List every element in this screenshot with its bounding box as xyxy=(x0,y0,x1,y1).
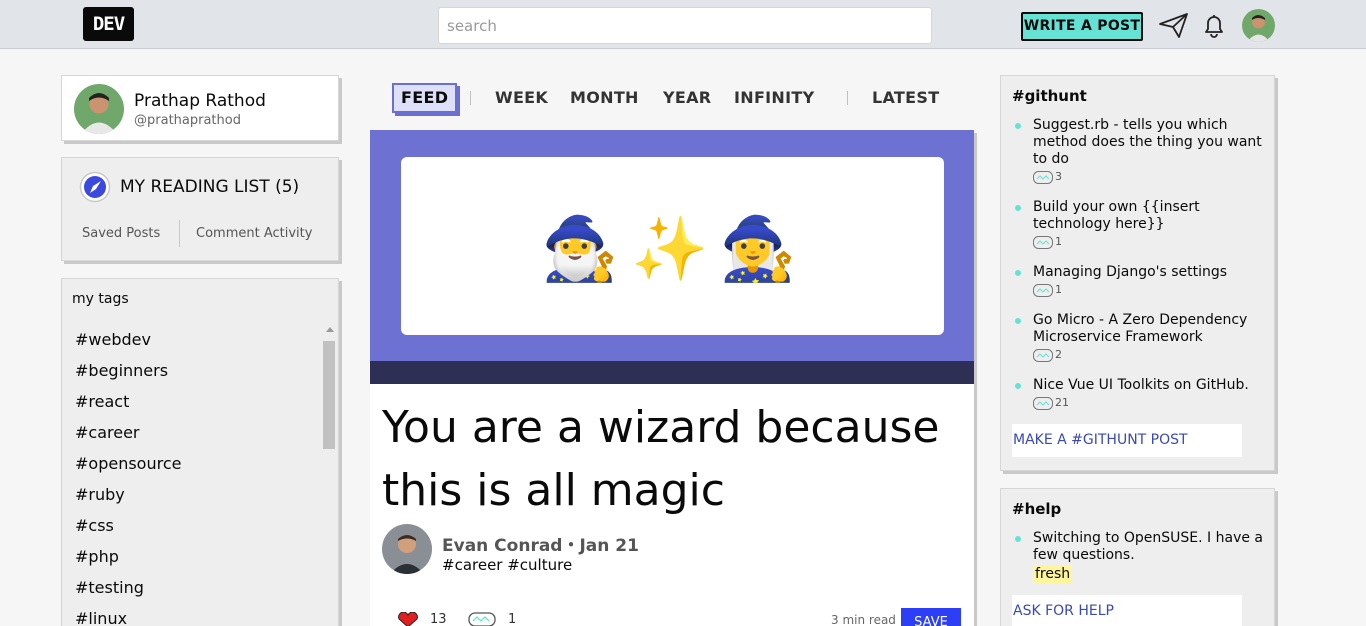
comment-count: 1 xyxy=(508,612,517,626)
bullet xyxy=(1015,123,1021,129)
tags-scrollbar[interactable] xyxy=(322,327,336,626)
dev-logo[interactable]: DEV xyxy=(83,7,134,41)
bullet xyxy=(1015,205,1021,211)
scroll-up-arrow-icon[interactable] xyxy=(326,327,334,332)
comment-icon xyxy=(1033,235,1053,249)
comment-icon[interactable] xyxy=(468,612,496,626)
author-and-date[interactable]: Evan Conrad・Jan 21 xyxy=(442,531,639,556)
avatar xyxy=(74,84,124,134)
tag-list: #webdev #beginners #react #career #opens… xyxy=(75,330,181,626)
githunt-widget: #githunt Suggest.rb - tells you which me… xyxy=(1000,75,1275,471)
reaction-count: 13 xyxy=(430,612,447,626)
help-widget: #help Switching to OpenSUSE. I have a fe… xyxy=(1000,488,1275,626)
cover-card: 🧙‍♂️ ✨ 🧙‍♀️ xyxy=(401,157,944,335)
saved-posts-link[interactable]: Saved Posts xyxy=(82,226,160,241)
read-time: 3 min read xyxy=(831,613,896,626)
tab-divider xyxy=(847,91,848,105)
post-title[interactable]: Switching to OpenSUSE. I have a few ques… xyxy=(1033,530,1263,563)
tab-month[interactable]: MONTH xyxy=(570,83,639,113)
post-title[interactable]: Nice Vue UI Toolkits on GitHub. xyxy=(1033,377,1249,393)
help-title[interactable]: #help xyxy=(1012,500,1061,518)
comment-count: 2 xyxy=(1033,347,1268,363)
bullet xyxy=(1015,536,1021,542)
help-list: Switching to OpenSUSE. I have a few ques… xyxy=(1015,530,1268,583)
tag-item[interactable]: #webdev xyxy=(75,330,181,361)
profile-card[interactable]: Prathap Rathod @prathaprathod xyxy=(61,75,339,141)
tags-title: my tags xyxy=(72,291,129,307)
tag-item[interactable]: #ruby xyxy=(75,485,181,516)
bullet xyxy=(1015,270,1021,276)
send-icon[interactable] xyxy=(1158,12,1190,39)
bell-icon[interactable] xyxy=(1200,12,1228,40)
tag-item[interactable]: #css xyxy=(75,516,181,547)
list-item[interactable]: Managing Django's settings 1 xyxy=(1015,264,1268,312)
user-avatar[interactable] xyxy=(1242,9,1275,42)
tab-infinity[interactable]: INFINITY xyxy=(734,83,814,113)
post-title[interactable]: Build your own {{insert technology here}… xyxy=(1033,199,1200,232)
tag-item[interactable]: #linux xyxy=(75,609,181,626)
list-item[interactable]: Switching to OpenSUSE. I have a few ques… xyxy=(1015,530,1268,583)
tab-year[interactable]: YEAR xyxy=(663,83,711,113)
write-post-button[interactable]: WRITE A POST xyxy=(1021,12,1143,41)
comment-count: 21 xyxy=(1033,395,1268,411)
bullet xyxy=(1015,318,1021,324)
tab-week[interactable]: WEEK xyxy=(495,83,548,113)
sparkles-emoji: ✨ xyxy=(631,212,709,285)
make-githunt-post-link[interactable]: MAKE A #GITHUNT POST xyxy=(1012,424,1242,457)
tag-item[interactable]: #testing xyxy=(75,578,181,609)
tag-item[interactable]: #beginners xyxy=(75,361,181,392)
profile-name: Prathap Rathod xyxy=(134,91,266,111)
reading-list-card: MY READING LIST (5) Saved Posts Comment … xyxy=(61,157,339,261)
comment-icon xyxy=(1033,283,1053,297)
author-avatar[interactable] xyxy=(382,524,432,574)
list-item[interactable]: Nice Vue UI Toolkits on GitHub. 21 xyxy=(1015,377,1268,425)
tag-item[interactable]: #react xyxy=(75,392,181,423)
comment-icon xyxy=(1033,396,1053,410)
bullet xyxy=(1015,383,1021,389)
tab-divider xyxy=(470,91,471,105)
githunt-title[interactable]: #githunt xyxy=(1012,87,1087,105)
post-title[interactable]: Suggest.rb - tells you which method does… xyxy=(1033,117,1262,167)
rocket-icon xyxy=(79,171,111,203)
list-item[interactable]: Go Micro - A Zero Dependency Microservic… xyxy=(1015,312,1268,377)
list-item[interactable]: Build your own {{insert technology here}… xyxy=(1015,199,1268,264)
post-title[interactable]: Go Micro - A Zero Dependency Microservic… xyxy=(1033,312,1247,345)
profile-handle: @prathaprathod xyxy=(134,113,241,128)
article-title[interactable]: You are a wizard because this is all mag… xyxy=(382,396,962,522)
cover-bottom-band xyxy=(370,361,974,384)
fresh-badge: fresh xyxy=(1033,566,1073,583)
reading-list-title[interactable]: MY READING LIST (5) xyxy=(120,177,299,197)
heart-icon[interactable] xyxy=(396,611,420,626)
tab-feed[interactable]: FEED xyxy=(392,83,458,113)
tag-item[interactable]: #php xyxy=(75,547,181,578)
tag-item[interactable]: #opensource xyxy=(75,454,181,485)
comment-icon xyxy=(1033,170,1053,184)
comment-count: 3 xyxy=(1033,169,1268,185)
comment-count: 1 xyxy=(1033,234,1268,250)
comment-icon xyxy=(1033,348,1053,362)
list-item[interactable]: Suggest.rb - tells you which method does… xyxy=(1015,117,1268,199)
man-mage-emoji: 🧙‍♂️ xyxy=(541,212,619,285)
cover-image[interactable]: 🧙‍♂️ ✨ 🧙‍♀️ xyxy=(370,130,974,384)
woman-mage-emoji: 🧙‍♀️ xyxy=(719,212,797,285)
top-navbar: DEV WRITE A POST xyxy=(0,0,1366,49)
divider xyxy=(179,220,180,247)
tab-latest[interactable]: LATEST xyxy=(872,83,939,113)
githunt-list: Suggest.rb - tells you which method does… xyxy=(1015,117,1268,425)
comment-count: 1 xyxy=(1033,282,1268,298)
article-tags[interactable]: #career #culture xyxy=(442,556,572,574)
save-button[interactable]: SAVE xyxy=(901,608,961,626)
ask-for-help-link[interactable]: ASK FOR HELP xyxy=(1012,595,1242,626)
my-tags-card: my tags #webdev #beginners #react #caree… xyxy=(61,278,339,626)
featured-article-card[interactable]: 🧙‍♂️ ✨ 🧙‍♀️ You are a wizard because thi… xyxy=(370,130,974,626)
post-title[interactable]: Managing Django's settings xyxy=(1033,264,1227,280)
tag-item[interactable]: #career xyxy=(75,423,181,454)
search-input[interactable] xyxy=(438,7,932,44)
comment-activity-link[interactable]: Comment Activity xyxy=(196,226,312,241)
scroll-thumb[interactable] xyxy=(323,341,335,449)
